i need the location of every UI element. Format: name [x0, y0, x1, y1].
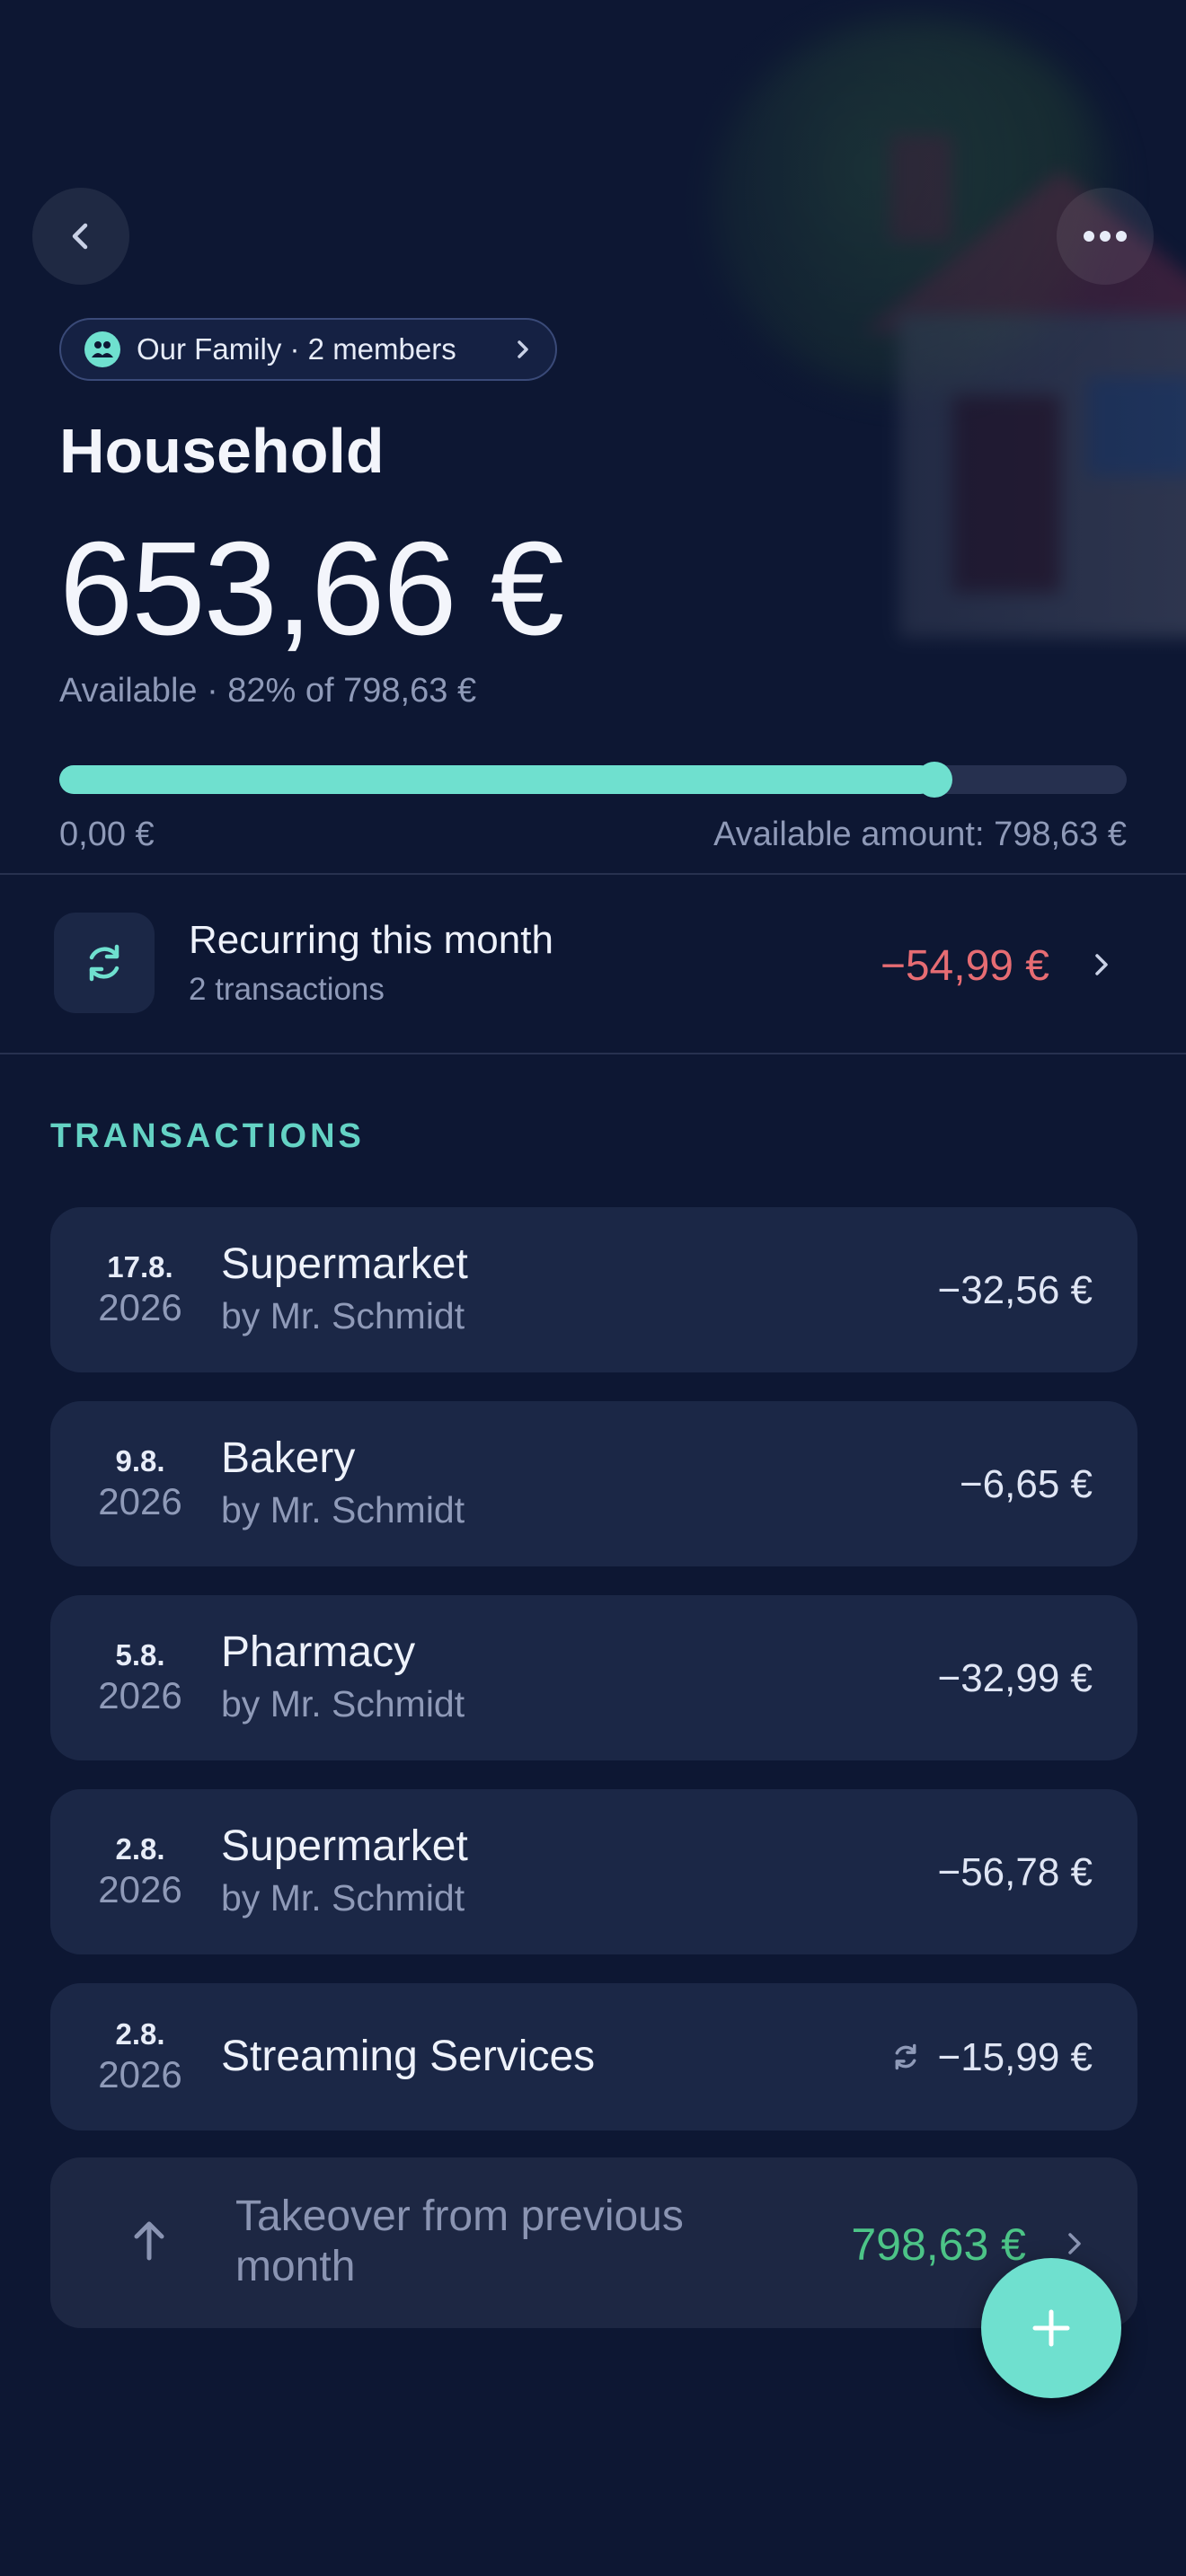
recurring-icon — [895, 2043, 916, 2070]
recurring-amount: −54,99 € — [880, 942, 1049, 990]
recurring-subtitle: 2 transactions — [189, 972, 385, 1007]
plus-icon — [1032, 2309, 1070, 2347]
transaction-amount: −15,99 € — [937, 2035, 1093, 2079]
group-chip[interactable]: Our Family · 2 members — [59, 318, 557, 381]
transaction-name: Supermarket — [221, 1822, 468, 1870]
section-label-transactions: TRANSACTIONS — [50, 1117, 365, 1155]
transaction-year: 2026 — [98, 2053, 182, 2095]
recurring-row[interactable]: Recurring this month 2 transactions −54,… — [0, 875, 1186, 1054]
transaction-amount: −32,56 € — [937, 1268, 1093, 1312]
takeover-label: Takeover from previous month — [235, 2192, 684, 2290]
transaction-day: 5.8. — [115, 1638, 165, 1672]
range-max-label: Available amount: 798,63 € — [713, 816, 1127, 853]
range-min-label: 0,00 € — [59, 816, 155, 853]
progress-knob — [916, 762, 953, 798]
transaction-day: 2.8. — [115, 1832, 165, 1866]
transaction-year: 2026 — [98, 1868, 182, 1910]
more-dots-icon — [1084, 231, 1127, 242]
transaction-author: by Mr. Schmidt — [221, 1877, 465, 1919]
transaction-name: Streaming Services — [221, 2033, 596, 2080]
recurring-title: Recurring this month — [189, 918, 553, 962]
transaction-day: 2.8. — [115, 2017, 165, 2051]
more-button[interactable] — [1057, 188, 1154, 285]
transaction-name: Bakery — [221, 1434, 356, 1482]
chevron-right-icon — [518, 340, 528, 358]
page-title: Household — [59, 416, 385, 486]
transaction-card[interactable]: 2.8. 2026 Streaming Services −15,99 € — [50, 1983, 1137, 2130]
group-chip-label: Our Family · 2 members — [137, 332, 456, 366]
transaction-amount: −32,99 € — [937, 1656, 1093, 1700]
refresh-icon — [54, 913, 155, 1013]
transaction-author: by Mr. Schmidt — [221, 1489, 465, 1531]
transaction-day: 17.8. — [107, 1250, 173, 1284]
transaction-card[interactable]: 17.8. 2026 Supermarket by Mr. Schmidt −3… — [50, 1207, 1137, 1372]
back-arrow-icon — [72, 223, 88, 250]
transaction-name: Supermarket — [221, 1240, 468, 1288]
takeover-amount: 798,63 € — [851, 2219, 1026, 2270]
transaction-year: 2026 — [98, 1286, 182, 1328]
chevron-right-icon — [1068, 2233, 1081, 2254]
transaction-name: Pharmacy — [221, 1628, 416, 1676]
transaction-card[interactable]: 2.8. 2026 Supermarket by Mr. Schmidt −56… — [50, 1789, 1137, 1954]
group-people-icon — [84, 331, 120, 367]
transaction-year: 2026 — [98, 1480, 182, 1522]
divider — [0, 1053, 1186, 1054]
transaction-year: 2026 — [98, 1674, 182, 1716]
available-amount: 653,66 € — [59, 515, 564, 663]
chevron-right-icon — [1095, 954, 1108, 975]
transaction-card[interactable]: 5.8. 2026 Pharmacy by Mr. Schmidt −32,99… — [50, 1595, 1137, 1760]
transaction-author: by Mr. Schmidt — [221, 1683, 465, 1725]
arrow-up-icon — [134, 2221, 164, 2261]
back-button[interactable] — [32, 188, 129, 285]
transaction-day: 9.8. — [115, 1444, 165, 1478]
available-caption: Available · 82% of 798,63 € — [59, 672, 477, 710]
transaction-amount: −56,78 € — [937, 1850, 1093, 1894]
progress-fill — [59, 765, 935, 794]
budget-progress-bar — [59, 762, 1127, 798]
transaction-amount: −6,65 € — [959, 1462, 1093, 1506]
add-transaction-button[interactable] — [981, 2258, 1121, 2398]
transaction-author: by Mr. Schmidt — [221, 1295, 465, 1337]
transaction-card[interactable]: 9.8. 2026 Bakery by Mr. Schmidt −6,65 € — [50, 1401, 1137, 1566]
takeover-row[interactable]: Takeover from previous month 798,63 € — [50, 2157, 1137, 2328]
